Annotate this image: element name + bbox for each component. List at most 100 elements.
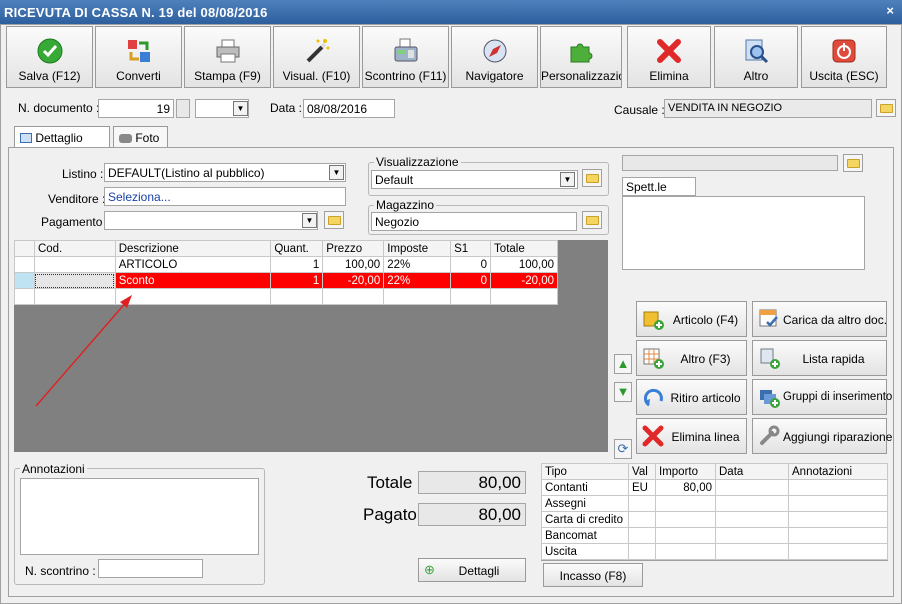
- move-down-icon[interactable]: ▼: [614, 382, 632, 402]
- delete-button[interactable]: Elimina: [627, 26, 711, 88]
- cell-descrizione[interactable]: Sconto: [114, 272, 272, 289]
- col-tipo[interactable]: Tipo: [541, 463, 629, 480]
- pagamento-folder-icon[interactable]: [324, 211, 344, 229]
- payment-tipo[interactable]: Bancomat: [541, 527, 629, 544]
- more-button[interactable]: Altro: [714, 26, 798, 88]
- payment-data[interactable]: [715, 511, 789, 528]
- payment-data[interactable]: [715, 495, 789, 512]
- customize-button[interactable]: Personalizzazioni: [540, 26, 622, 88]
- payment-tipo[interactable]: Assegni: [541, 495, 629, 512]
- cell-totale[interactable]: -20,00: [490, 272, 558, 289]
- cell-s1[interactable]: 0: [450, 272, 492, 289]
- cell-prezzo[interactable]: 100,00: [322, 256, 385, 273]
- row-selector[interactable]: [14, 272, 35, 289]
- refresh-icon[interactable]: ⟳: [614, 439, 632, 459]
- col-val[interactable]: Val: [628, 463, 656, 480]
- cell-empty[interactable]: [383, 288, 452, 305]
- payment-val[interactable]: [628, 511, 656, 528]
- cell-quant[interactable]: 1: [270, 272, 324, 289]
- cell-s1[interactable]: 0: [450, 256, 492, 273]
- payment-note[interactable]: [788, 479, 888, 496]
- pagamento-select[interactable]: [104, 211, 318, 230]
- close-icon[interactable]: ×: [886, 3, 894, 18]
- col-descrizione[interactable]: Descrizione: [114, 240, 272, 257]
- add-repair-button[interactable]: Aggiungi riparazione: [752, 418, 892, 454]
- col-totale[interactable]: Totale: [490, 240, 558, 257]
- payment-row[interactable]: Carta di credito: [541, 511, 888, 528]
- cell-empty[interactable]: [270, 288, 324, 305]
- payment-tipo[interactable]: Contanti: [541, 479, 629, 496]
- listino-select[interactable]: DEFAULT(Listino al pubblico): [104, 163, 346, 182]
- payment-importo[interactable]: 80,00: [655, 479, 716, 496]
- visualizzazione-select[interactable]: Default: [371, 170, 578, 189]
- payment-note[interactable]: [788, 543, 888, 560]
- return-article-button[interactable]: Ritiro articolo: [636, 379, 747, 415]
- col-prezzo[interactable]: Prezzo: [322, 240, 385, 257]
- print-button[interactable]: Stampa (F9): [184, 26, 271, 88]
- tab-foto[interactable]: Foto: [113, 126, 168, 148]
- add-other-button[interactable]: Altro (F3): [636, 340, 747, 376]
- notes-textarea[interactable]: [20, 478, 259, 555]
- cell-empty[interactable]: [322, 288, 385, 305]
- payment-note[interactable]: [788, 527, 888, 544]
- payment-data[interactable]: [715, 543, 789, 560]
- quick-list-button[interactable]: Lista rapida: [752, 340, 887, 376]
- payment-row[interactable]: Bancomat: [541, 527, 888, 544]
- magazzino-field[interactable]: Negozio: [371, 212, 577, 231]
- incasso-button[interactable]: Incasso (F8): [543, 563, 643, 587]
- visualizzazione-folder-icon[interactable]: [582, 169, 602, 187]
- col-s1[interactable]: S1: [450, 240, 492, 257]
- cell-empty[interactable]: [450, 288, 492, 305]
- payment-tipo[interactable]: Carta di credito: [541, 511, 629, 528]
- payment-importo[interactable]: [655, 543, 716, 560]
- listino-chevron-down-icon[interactable]: ▼: [329, 165, 344, 180]
- scontrino-field[interactable]: [98, 559, 203, 578]
- move-up-icon[interactable]: ▲: [614, 354, 632, 374]
- col-quant[interactable]: Quant.: [270, 240, 324, 257]
- navigator-button[interactable]: Navigatore: [451, 26, 538, 88]
- details-button[interactable]: ⊕ Dettagli: [418, 558, 526, 582]
- preview-button[interactable]: Visual. (F10): [273, 26, 360, 88]
- cell-quant[interactable]: 1: [270, 256, 324, 273]
- chevron-down-icon[interactable]: ▼: [233, 101, 248, 116]
- venditore-field[interactable]: Seleziona...: [104, 187, 346, 206]
- payment-val[interactable]: [628, 543, 656, 560]
- receipt-button[interactable]: Scontrino (F11): [362, 26, 449, 88]
- customer-folder-icon[interactable]: [843, 154, 863, 172]
- table-row[interactable]: ARTICOLO 1 100,00 22% 0 100,00: [14, 256, 558, 273]
- payment-note[interactable]: [788, 495, 888, 512]
- payment-val[interactable]: [628, 495, 656, 512]
- cell-totale[interactable]: 100,00: [490, 256, 558, 273]
- add-article-button[interactable]: Articolo (F4): [636, 301, 747, 337]
- col-data[interactable]: Data: [715, 463, 789, 480]
- delete-line-button[interactable]: Elimina linea: [636, 418, 747, 454]
- pagamento-chevron-down-icon[interactable]: ▼: [302, 213, 317, 228]
- col-imposte[interactable]: Imposte: [383, 240, 452, 257]
- load-from-doc-button[interactable]: Carica da altro doc.: [752, 301, 887, 337]
- folder-icon[interactable]: [876, 99, 896, 117]
- cell-imposte[interactable]: 22%: [383, 256, 452, 273]
- payment-data[interactable]: [715, 527, 789, 544]
- payment-val[interactable]: EU: [628, 479, 656, 496]
- customer-search-field[interactable]: [622, 155, 838, 171]
- date-field[interactable]: 08/08/2016: [303, 99, 395, 118]
- visualizzazione-chevron-down-icon[interactable]: ▼: [560, 172, 575, 187]
- doc-number-field[interactable]: 19: [98, 99, 174, 118]
- payment-importo[interactable]: [655, 511, 716, 528]
- cell-prezzo[interactable]: -20,00: [322, 272, 385, 289]
- cell-cod[interactable]: [33, 256, 116, 273]
- cell-cod[interactable]: [33, 272, 116, 289]
- col-importo[interactable]: Importo: [655, 463, 716, 480]
- col-cod[interactable]: Cod.: [33, 240, 116, 257]
- row-selector[interactable]: [14, 256, 35, 273]
- insert-groups-button[interactable]: Gruppi di inserimento: [752, 379, 892, 415]
- payment-note[interactable]: [788, 511, 888, 528]
- payment-importo[interactable]: [655, 527, 716, 544]
- payment-importo[interactable]: [655, 495, 716, 512]
- col-annotazioni[interactable]: Annotazioni: [788, 463, 888, 480]
- table-row-selected[interactable]: Sconto 1 -20,00 22% 0 -20,00: [14, 272, 558, 289]
- customer-address-box[interactable]: [622, 196, 865, 270]
- exit-button[interactable]: Uscita (ESC): [801, 26, 887, 88]
- cell-descrizione[interactable]: ARTICOLO: [114, 256, 272, 273]
- save-button[interactable]: Salva (F12): [6, 26, 93, 88]
